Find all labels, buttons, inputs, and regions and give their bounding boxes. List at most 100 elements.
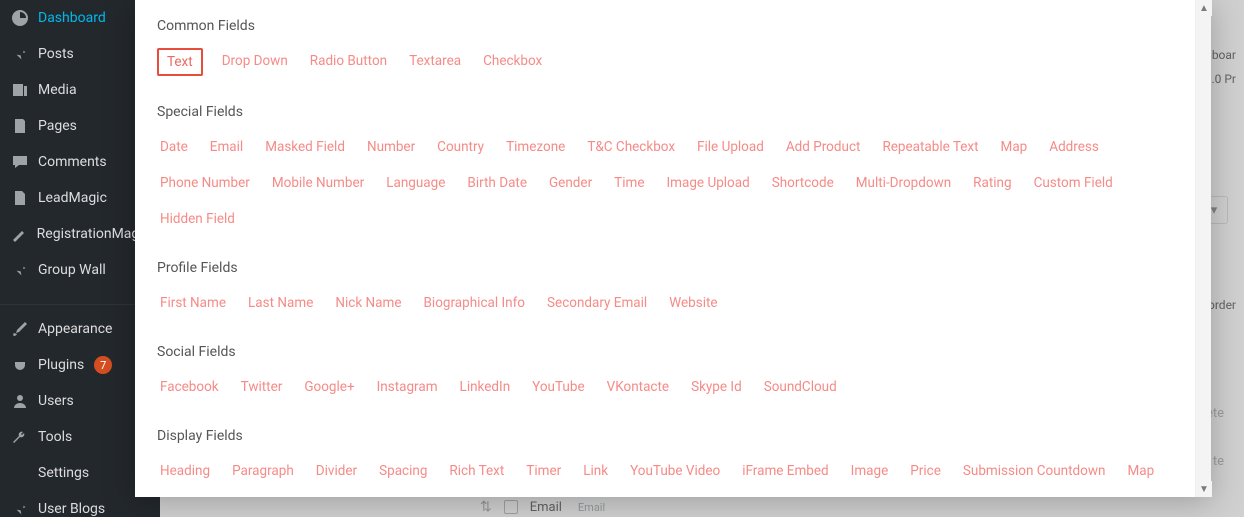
field-section: Display Fields Heading Paragraph Divider Spa… [157, 428, 1175, 497]
field-option-t-c-checkbox[interactable]: T&C Checkbox [584, 134, 678, 160]
field-option-birth-date[interactable]: Birth Date [464, 170, 530, 196]
field-option-radio-button[interactable]: Radio Button [307, 48, 390, 76]
sidebar-item-label: User Blogs [38, 501, 105, 517]
field-option-form-meta-data[interactable]: Form Meta-Data [278, 494, 381, 497]
field-option-paragraph[interactable]: Paragraph [229, 458, 297, 484]
field-option-textarea[interactable]: Textarea [406, 48, 464, 76]
sidebar-item-label: Pages [38, 118, 77, 134]
section-title: Profile Fields [157, 260, 1175, 276]
field-option-form-data-chart[interactable]: Form Data Chart [157, 494, 262, 497]
field-option-google-[interactable]: Google+ [301, 374, 357, 400]
field-list: Heading Paragraph Divider Spacing Rich Text T… [157, 458, 1175, 497]
dashboard-icon [10, 8, 30, 28]
field-option-masked-field[interactable]: Masked Field [262, 134, 348, 160]
section-title: Common Fields [157, 18, 1175, 34]
pages-icon [10, 116, 30, 136]
doc-icon [10, 188, 30, 208]
field-option-first-name[interactable]: First Name [157, 290, 229, 316]
field-option-image[interactable]: Image [848, 458, 892, 484]
field-option-timer[interactable]: Timer [523, 458, 564, 484]
field-section: Common FieldsTextDrop DownRadio ButtonTe… [157, 18, 1175, 76]
field-option-price[interactable]: Price [907, 458, 944, 484]
field-option-twitter[interactable]: Twitter [238, 374, 286, 400]
sidebar-item-label: Group Wall [38, 262, 106, 278]
field-list: Text Drop Down Radio Button Textarea Checkbo… [157, 48, 1175, 76]
plug-icon [10, 355, 30, 375]
field-option-language[interactable]: Language [383, 170, 448, 196]
sidebar-item-label: Users [38, 393, 74, 409]
scroll-down-button[interactable]: ▼ [1196, 481, 1212, 497]
sidebar-item-label: Settings [38, 465, 89, 481]
sidebar-item-label: Media [38, 82, 77, 98]
field-option-date[interactable]: Date [157, 134, 191, 160]
field-option-facebook[interactable]: Facebook [157, 374, 222, 400]
field-option-gender[interactable]: Gender [546, 170, 595, 196]
field-option-skype-id[interactable]: Skype Id [688, 374, 745, 400]
field-option-image-upload[interactable]: Image Upload [664, 170, 753, 196]
field-option-time[interactable]: Time [611, 170, 647, 196]
field-option-repeatable-text[interactable]: Repeatable Text [879, 134, 981, 160]
field-option-add-product[interactable]: Add Product [783, 134, 864, 160]
field-option-spacing[interactable]: Spacing [376, 458, 430, 484]
sliders-icon [10, 463, 30, 483]
field-option-phone-number[interactable]: Phone Number [157, 170, 253, 196]
field-option-address[interactable]: Address [1046, 134, 1102, 160]
field-option-multi-dropdown[interactable]: Multi-Dropdown [853, 170, 954, 196]
section-title: Special Fields [157, 104, 1175, 120]
field-option-file-upload[interactable]: File Upload [694, 134, 767, 160]
field-option-text[interactable]: Text [157, 48, 203, 76]
modal-scrollbar[interactable]: ▲ ▼ [1195, 0, 1211, 497]
field-option-country[interactable]: Country [434, 134, 487, 160]
field-option-linkedin[interactable]: LinkedIn [457, 374, 514, 400]
sidebar-item-label: Comments [38, 154, 107, 170]
field-option-submission-countdown[interactable]: Submission Countdown [960, 458, 1109, 484]
field-option-secondary-email[interactable]: Secondary Email [544, 290, 650, 316]
media-icon [10, 80, 30, 100]
field-option-biographical-info[interactable]: Biographical Info [421, 290, 529, 316]
field-section: Special Fields Date Email Masked Field Numbe… [157, 104, 1175, 232]
pin-icon [10, 260, 30, 280]
field-option-shortcode[interactable]: Shortcode [769, 170, 837, 196]
field-option-hidden-field[interactable]: Hidden Field [157, 206, 238, 232]
section-title: Display Fields [157, 428, 1175, 444]
section-title: Social Fields [157, 344, 1175, 360]
field-option-nick-name[interactable]: Nick Name [332, 290, 404, 316]
field-option-timezone[interactable]: Timezone [503, 134, 568, 160]
brush-icon [10, 319, 30, 339]
field-list: Facebook Twitter Google+ Instagram LinkedIn Y… [157, 374, 1175, 400]
user-icon [10, 391, 30, 411]
field-option-checkbox[interactable]: Checkbox [480, 48, 545, 76]
sidebar-item-label: LeadMagic [38, 190, 107, 206]
pin-icon [10, 499, 30, 517]
sidebar-item-label: Appearance [38, 321, 112, 337]
field-option-mobile-number[interactable]: Mobile Number [269, 170, 367, 196]
field-option-map[interactable]: Map [998, 134, 1031, 160]
field-option-instagram[interactable]: Instagram [374, 374, 441, 400]
field-option-iframe-embed[interactable]: iFrame Embed [739, 458, 831, 484]
sidebar-item-label: Plugins [38, 357, 84, 373]
field-section: Social Fields Facebook Twitter Google+ Insta… [157, 344, 1175, 400]
pin-icon [10, 44, 30, 64]
field-option-youtube[interactable]: YouTube [529, 374, 587, 400]
field-option-heading[interactable]: Heading [157, 458, 213, 484]
sidebar-item-label: Dashboard [38, 10, 106, 26]
field-option-vkontacte[interactable]: VKontacte [604, 374, 672, 400]
field-option-map[interactable]: Map [1124, 458, 1157, 484]
field-option-drop-down[interactable]: Drop Down [219, 48, 291, 76]
field-option-youtube-video[interactable]: YouTube Video [627, 458, 723, 484]
field-option-last-name[interactable]: Last Name [245, 290, 316, 316]
field-option-soundcloud[interactable]: SoundCloud [761, 374, 840, 400]
field-option-registration-feed[interactable]: Registration Feed [397, 494, 508, 497]
field-option-custom-field[interactable]: Custom Field [1031, 170, 1116, 196]
wand-icon [10, 224, 29, 244]
field-option-divider[interactable]: Divider [313, 458, 360, 484]
field-option-link[interactable]: Link [580, 458, 611, 484]
field-option-email[interactable]: Email [207, 134, 246, 160]
field-option-number[interactable]: Number [364, 134, 418, 160]
field-option-website[interactable]: Website [666, 290, 720, 316]
wrench-icon [10, 427, 30, 447]
sidebar-item-label: Posts [38, 46, 74, 62]
field-option-rating[interactable]: Rating [970, 170, 1014, 196]
field-option-rich-text[interactable]: Rich Text [446, 458, 507, 484]
scroll-up-button[interactable]: ▲ [1196, 0, 1212, 16]
